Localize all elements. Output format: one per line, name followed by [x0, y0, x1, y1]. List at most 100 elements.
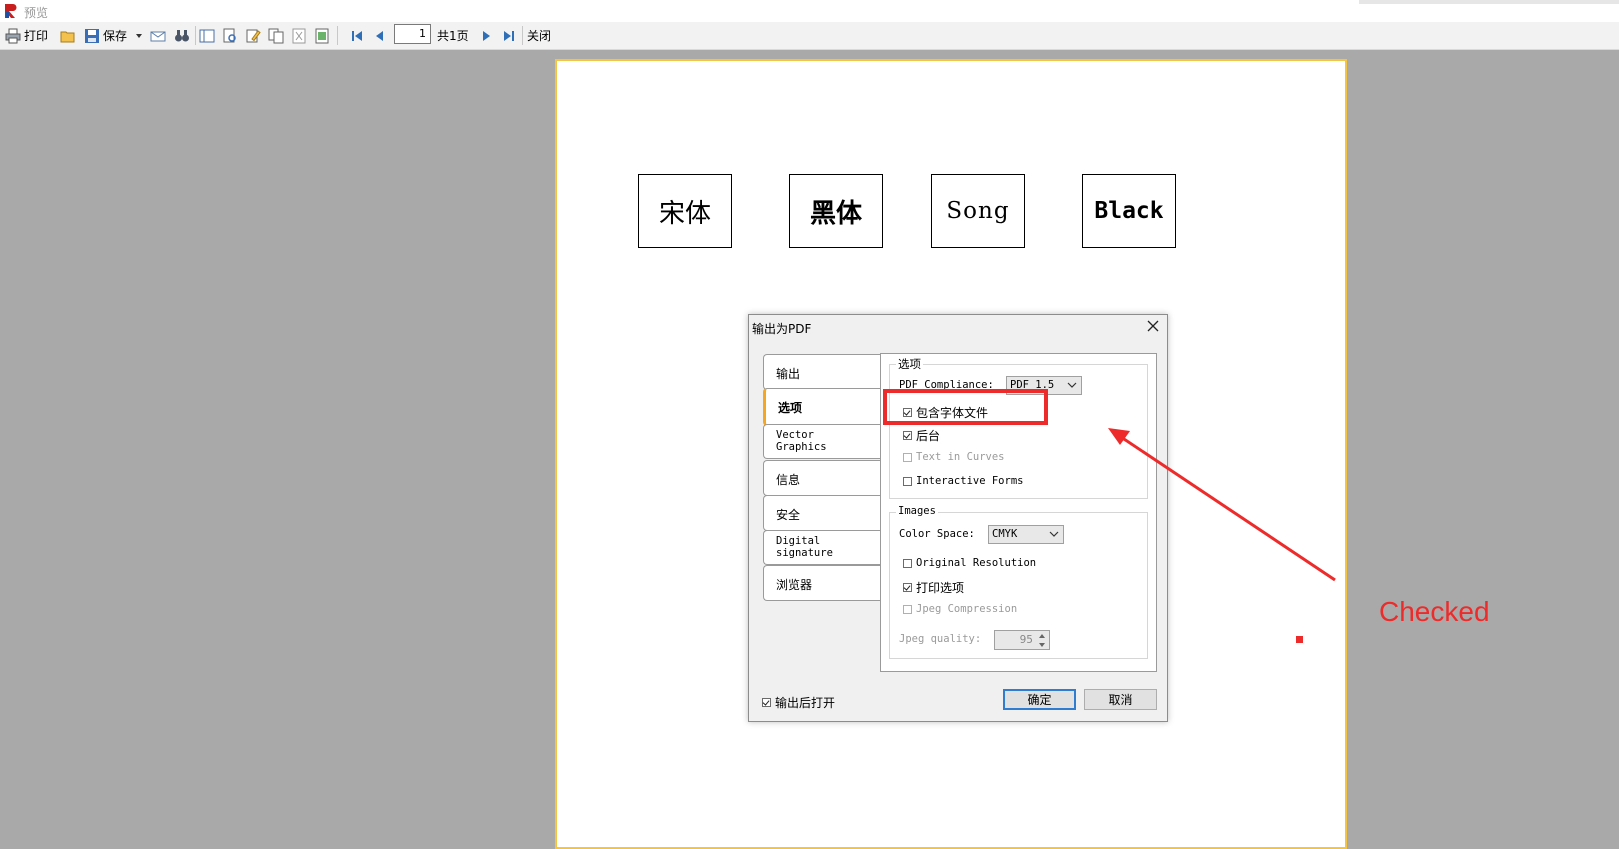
save-label: 保存 — [103, 29, 128, 43]
outline-button[interactable] — [199, 22, 215, 49]
next-page-icon — [483, 30, 490, 41]
cancel-button[interactable]: 取消 — [1084, 689, 1157, 710]
tab-options[interactable]: 选项 — [763, 388, 880, 426]
save-dropdown-button[interactable] — [136, 22, 142, 49]
email-button[interactable] — [150, 22, 166, 49]
page-setup-icon — [315, 28, 329, 43]
font-sample-box: Black — [1082, 174, 1176, 248]
original-resolution-checkbox[interactable]: Original Resolution — [903, 557, 1036, 569]
jpeg-compression-checkbox[interactable]: Jpeg Compression — [903, 603, 1017, 615]
tab-label: Digital signature — [776, 535, 833, 559]
spin-up-icon — [1039, 634, 1045, 638]
title-bar-shade — [1359, 0, 1619, 4]
last-page-icon — [504, 30, 514, 41]
color-space-value: CMYK — [992, 528, 1018, 540]
text-in-curves-label: Text in Curves — [916, 451, 1005, 463]
caret-down-icon — [136, 33, 142, 38]
page-setup-button[interactable] — [314, 22, 330, 49]
delete-page-icon — [292, 28, 306, 43]
jpeg-quality-spinner[interactable]: 95 — [994, 630, 1050, 650]
text-in-curves-checkbox[interactable]: Text in Curves — [903, 451, 1005, 463]
checkbox-box — [903, 476, 912, 486]
spin-down-icon — [1039, 643, 1045, 647]
copy-pages-icon — [268, 28, 284, 43]
chevron-down-icon — [1049, 531, 1059, 537]
images-group-title: Images — [896, 505, 938, 517]
window-title: 预览 — [24, 6, 49, 20]
prev-page-button[interactable] — [372, 22, 388, 49]
options-group-title: 选项 — [896, 356, 923, 372]
highlight-box — [883, 389, 1048, 425]
checkbox-box — [762, 698, 771, 707]
tab-security[interactable]: 安全 — [763, 495, 880, 531]
interactive-forms-checkbox[interactable]: Interactive Forms — [903, 475, 1023, 487]
jpeg-quality-label: Jpeg quality: — [899, 633, 982, 645]
envelope-icon — [150, 31, 166, 41]
delete-page-button[interactable] — [291, 22, 307, 49]
next-page-button[interactable] — [478, 22, 494, 49]
floppy-disk-icon — [85, 28, 99, 43]
font-sample-box: 宋体 — [638, 174, 732, 248]
color-space-label: Color Space: — [899, 528, 975, 540]
font-sample-box: Song — [931, 174, 1025, 248]
print-options-label: 打印选项 — [916, 581, 965, 595]
annotation-arrow-icon — [1108, 428, 1336, 582]
prev-page-icon — [376, 30, 383, 41]
print-button[interactable]: 打印 — [5, 22, 48, 49]
first-page-button[interactable] — [349, 22, 365, 49]
outline-panel-icon — [199, 29, 215, 42]
toolbar-separator — [195, 26, 196, 45]
first-page-icon — [352, 30, 362, 41]
edit-button[interactable] — [245, 22, 261, 49]
binoculars-icon — [175, 29, 189, 41]
last-page-button[interactable] — [501, 22, 517, 49]
checkbox-box — [903, 604, 912, 614]
open-after-export-label: 输出后打开 — [775, 696, 836, 710]
close-icon — [1147, 320, 1159, 332]
annotation-dot — [1296, 636, 1303, 643]
copy-button[interactable] — [268, 22, 284, 49]
close-preview-button[interactable]: 关闭 — [527, 27, 551, 44]
tab-label: 选项 — [778, 401, 803, 415]
toolbar-separator — [522, 26, 523, 45]
checkbox-box — [903, 558, 912, 568]
color-space-select[interactable]: CMYK — [988, 525, 1064, 544]
folder-icon — [60, 31, 75, 42]
tab-digital-signature[interactable]: Digital signature — [763, 530, 880, 565]
app-logo-icon — [5, 4, 17, 18]
tab-info[interactable]: 信息 — [763, 460, 880, 496]
interactive-forms-label: Interactive Forms — [916, 475, 1024, 487]
tab-label: 安全 — [776, 508, 801, 522]
checkbox-box — [903, 583, 912, 592]
font-sample-box: 黑体 — [789, 174, 883, 248]
checkbox-box — [903, 452, 912, 462]
save-button[interactable]: 保存 — [84, 22, 127, 49]
dialog-title: 输出为PDF — [752, 322, 812, 336]
original-resolution-label: Original Resolution — [916, 557, 1037, 569]
jpeg-compression-label: Jpeg Compression — [916, 603, 1018, 615]
printer-icon — [5, 28, 21, 43]
jpeg-quality-value: 95 — [1019, 634, 1033, 646]
background-checkbox[interactable]: 后台 — [903, 427, 940, 444]
page-total-label: 共1页 — [437, 29, 469, 43]
ok-button[interactable]: 确定 — [1003, 689, 1076, 710]
toolbar-separator — [337, 26, 338, 45]
zoom-button[interactable] — [222, 22, 238, 49]
page-zoom-icon — [223, 28, 236, 42]
open-button[interactable] — [60, 22, 76, 49]
toolbar — [0, 22, 1619, 50]
dialog-close-button[interactable] — [1145, 318, 1161, 334]
tab-label: 信息 — [776, 473, 801, 487]
tab-label: 浏览器 — [776, 578, 813, 592]
tab-label: 输出 — [776, 367, 801, 381]
tab-output[interactable]: 输出 — [763, 354, 880, 390]
open-after-export-checkbox[interactable]: 输出后打开 — [762, 694, 835, 711]
print-options-checkbox[interactable]: 打印选项 — [903, 579, 964, 596]
tab-vector-graphics[interactable]: Vector Graphics — [763, 424, 880, 459]
find-button[interactable] — [174, 22, 190, 49]
checkbox-box — [903, 431, 912, 440]
page-number-input[interactable]: 1 — [394, 24, 431, 44]
tab-viewer[interactable]: 浏览器 — [763, 565, 880, 601]
tab-label: Vector Graphics — [776, 429, 827, 453]
print-label: 打印 — [24, 29, 49, 43]
